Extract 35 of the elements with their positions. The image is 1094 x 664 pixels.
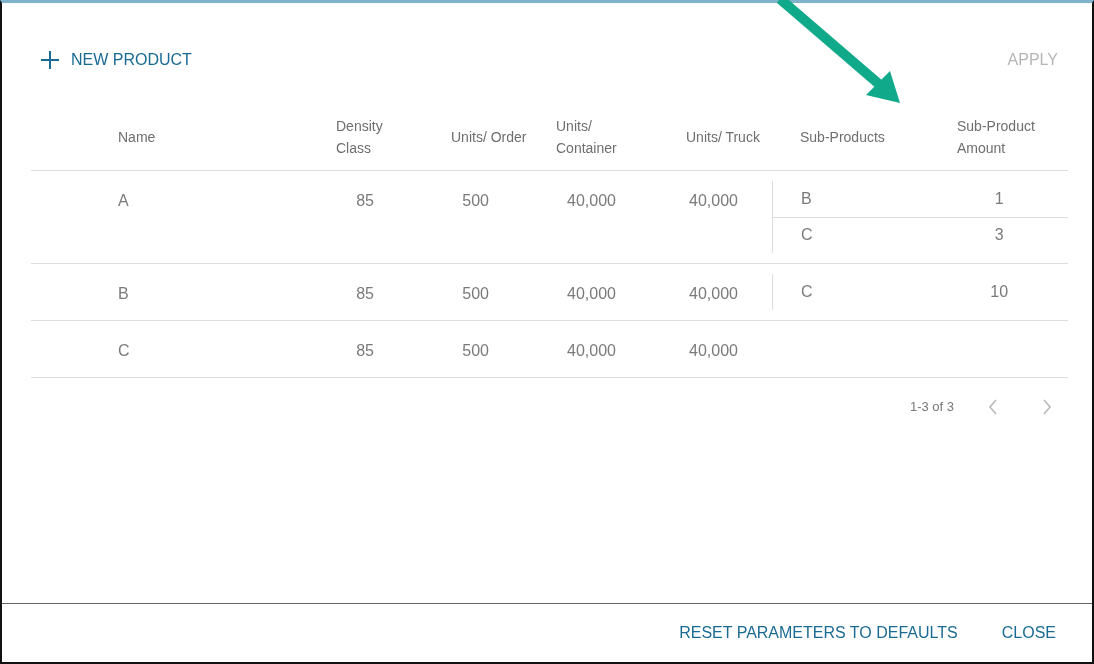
table-cell: C xyxy=(801,226,813,243)
table-cell: 85 xyxy=(356,284,374,302)
table-cell: 500 xyxy=(462,341,489,359)
table-cell: 40,000 xyxy=(567,191,616,209)
table-cell: 40,000 xyxy=(567,341,616,359)
table-cell: C xyxy=(118,341,130,359)
table-cell: B xyxy=(118,284,129,302)
chevron-right-icon xyxy=(1042,398,1052,415)
close-button[interactable]: CLOSE xyxy=(989,615,1068,651)
table-cell: 500 xyxy=(462,284,489,302)
plus-icon xyxy=(41,51,59,69)
table-cell: 85 xyxy=(356,341,374,359)
table-cell: B xyxy=(801,189,812,207)
table-cell: 1 xyxy=(994,189,1004,207)
pagination-range: 1-3 of 3 xyxy=(909,397,954,416)
table-cell: 40,000 xyxy=(567,284,616,302)
column-header: Units/ Order xyxy=(451,128,527,148)
table-cell: 10 xyxy=(990,282,1009,300)
new-product-button[interactable]: NEW PRODUCT xyxy=(31,44,202,76)
column-header: Name xyxy=(118,128,156,148)
table-cell: 500 xyxy=(462,191,489,209)
reset-button[interactable]: RESET PARAMETERS TO DEFAULTS xyxy=(667,615,970,651)
chevron-left-icon xyxy=(988,398,998,415)
table-cell: 85 xyxy=(356,191,374,209)
table-cell: A xyxy=(118,191,129,209)
table-cell: C xyxy=(801,282,813,300)
column-header: Units/ Truck xyxy=(686,128,760,148)
column-header: Sub-Product Amount xyxy=(957,117,1036,159)
table-cell: 40,000 xyxy=(689,191,738,209)
column-header: Sub-Products xyxy=(800,128,885,148)
table-cell: 40,000 xyxy=(689,284,738,302)
column-header: Units/ Container xyxy=(556,117,618,159)
table-cell: 40,000 xyxy=(689,341,738,359)
column-header: Density Class xyxy=(336,117,384,159)
table-cell: 3 xyxy=(994,226,1004,243)
